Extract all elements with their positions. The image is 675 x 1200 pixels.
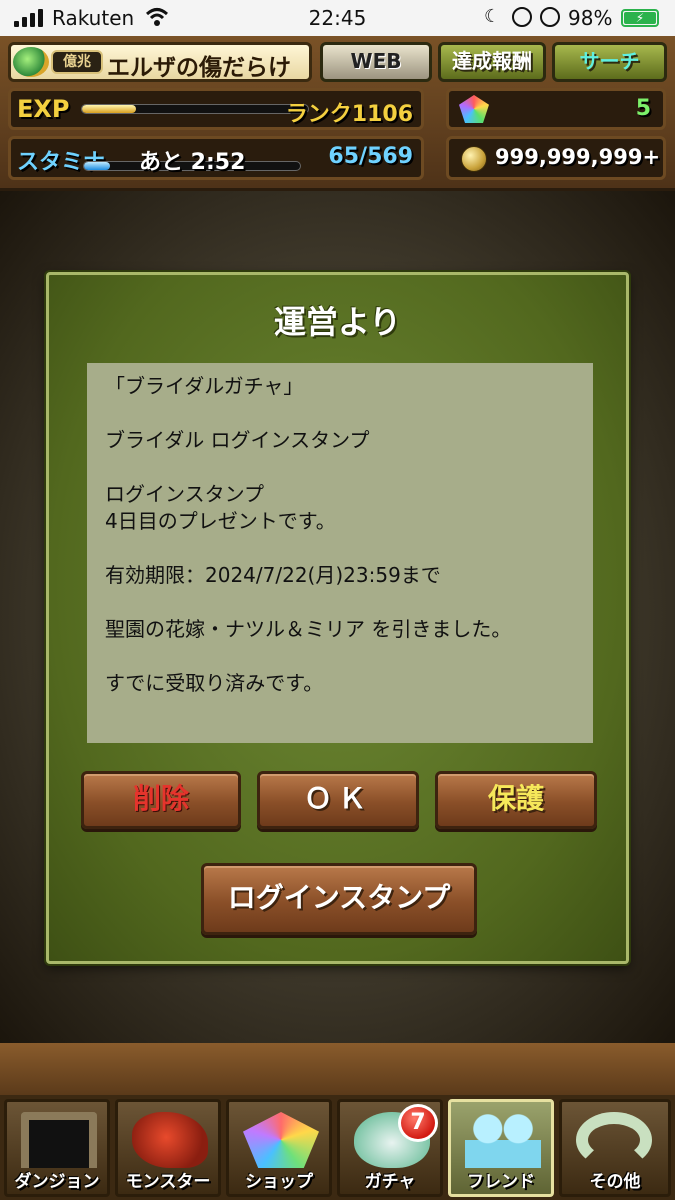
nav-dungeon[interactable]: ダンジョン [4, 1099, 110, 1197]
message-box: 「ブライダルガチャ」 ブライダル ログインスタンプ ログインスタンプ 4日目のプ… [87, 363, 593, 743]
rainbow-gem-icon [459, 95, 489, 123]
gacha-count-badge: 7 [398, 1104, 438, 1142]
alarm-icon [540, 7, 560, 27]
coin-icon [461, 146, 487, 172]
nav-label: ショップ [245, 1172, 313, 1192]
moon-icon: ☾ [484, 6, 501, 27]
exp-panel: EXP ランク1106 [8, 88, 424, 130]
nav-monster[interactable]: モンスター [115, 1099, 221, 1197]
friends-icon [465, 1112, 541, 1168]
dungeon-gate-icon [21, 1112, 97, 1168]
stamina-value: 65/569 [328, 144, 413, 169]
stamina-label: スタミナ [17, 150, 106, 175]
player-name-plate[interactable]: 億兆 エルザの傷だらけ [8, 42, 312, 82]
magic-stone-panel[interactable]: 5 [446, 88, 666, 130]
battery-icon: ⚡ [621, 9, 659, 27]
player-name: エルザの傷だらけ [107, 55, 291, 81]
battery-percent: 98% [568, 6, 613, 30]
nav-label: その他 [589, 1172, 641, 1192]
magic-stone-count: 5 [635, 96, 651, 121]
message-line: ブライダル ログインスタンプ [105, 428, 370, 452]
message-line: ログインスタンプ 4日目のプレゼントです。 [105, 482, 336, 533]
game-header: 億兆 エルザの傷だらけ WEB 達成報酬 サーチ EXP ランク1106 スタミ… [0, 36, 675, 188]
dialog-title: 運営より [273, 303, 402, 341]
delete-button[interactable]: 削除 [81, 771, 241, 829]
message-line: 有効期限：2024/7/22(月)23:59まで [105, 563, 441, 587]
stamina-timer: あと 2:52 [139, 150, 246, 175]
exp-bar [81, 104, 309, 114]
login-stamp-button[interactable]: ログインスタンプ [201, 863, 477, 935]
coin-count: 999,999,999+ [495, 145, 661, 169]
rank-crown-icon [13, 47, 49, 77]
rank-title-badge: 億兆 [51, 50, 103, 74]
coin-panel: 999,999,999+ [446, 136, 666, 180]
nav-label: フレンド [467, 1172, 535, 1192]
message-line: すでに受取り済みです。 [105, 671, 324, 695]
exp-label: EXP [17, 95, 70, 123]
message-line: 聖園の花嫁・ナツル＆ミリア を引きました。 [105, 617, 512, 641]
nav-label: ガチャ [364, 1172, 416, 1192]
rotation-lock-icon [512, 7, 532, 27]
nav-friend[interactable]: フレンド [448, 1099, 554, 1197]
ok-button[interactable]: ＯＫ [257, 771, 419, 829]
search-button[interactable]: サーチ [552, 42, 667, 82]
rank-text: ランク1106 [285, 102, 413, 127]
rainbow-gem-icon [243, 1112, 319, 1168]
status-bar: Rakuten 22:45 ☾ 98% ⚡ [0, 0, 675, 36]
question-mark-icon [576, 1112, 652, 1168]
dragon-icon [132, 1112, 208, 1168]
nav-label: モンスター [125, 1172, 211, 1192]
notice-dialog: 運営より 「ブライダルガチャ」 ブライダル ログインスタンプ ログインスタンプ … [46, 272, 629, 964]
web-button[interactable]: WEB [320, 42, 432, 82]
bottom-nav: ダンジョン モンスター ショップ ガチャ フレンド その他 [0, 1095, 675, 1200]
achievements-button[interactable]: 達成報酬 [438, 42, 546, 82]
bottom-decoration [0, 1043, 675, 1095]
nav-other[interactable]: その他 [559, 1099, 671, 1197]
protect-button[interactable]: 保護 [435, 771, 597, 829]
nav-label: ダンジョン [14, 1172, 100, 1192]
stamina-panel: スタミナ あと 2:52 65/569 [8, 136, 424, 180]
message-line: 「ブライダルガチャ」 [105, 374, 304, 398]
nav-shop[interactable]: ショップ [226, 1099, 332, 1197]
